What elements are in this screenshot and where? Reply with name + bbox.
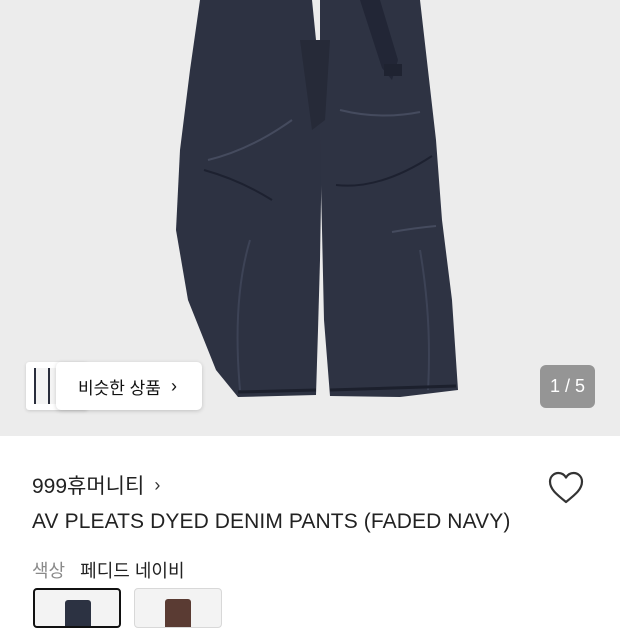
product-title: AV PLEATS DYED DENIM PANTS (FADED NAVY) [32, 510, 511, 533]
color-option-value: 페디드 네이비 [80, 561, 185, 581]
chevron-right-icon: › [170, 375, 177, 396]
color-swatch[interactable] [134, 588, 222, 628]
brand-link[interactable]: 999휴머니티 › [32, 470, 160, 500]
heart-outline-icon[interactable] [546, 468, 586, 508]
similar-products-label: 비슷한 상품 [78, 378, 161, 398]
swatch-image [165, 599, 191, 627]
product-image-gallery[interactable]: 비슷한 상품 › 1 / 5 [0, 0, 620, 436]
brand-name: 999휴머니티 [32, 475, 145, 498]
color-option-label: 색상 [32, 561, 66, 581]
color-swatch-selected[interactable] [33, 588, 121, 628]
image-page-counter: 1 / 5 [540, 365, 595, 408]
chevron-right-icon: › [154, 474, 161, 495]
color-option-row: 색상 페디드 네이비 [32, 557, 185, 583]
page-counter-text: 1 / 5 [549, 376, 586, 396]
swatch-image [65, 600, 91, 626]
similar-products-button[interactable]: 비슷한 상품 › [56, 362, 202, 410]
